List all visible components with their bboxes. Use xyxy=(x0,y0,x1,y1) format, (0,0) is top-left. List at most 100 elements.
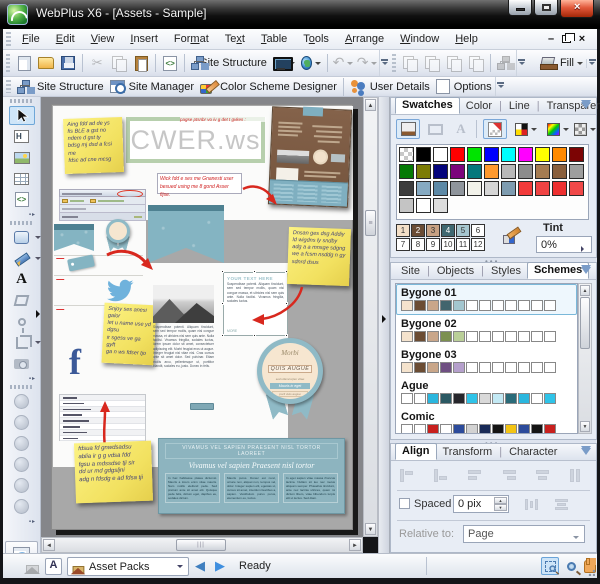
menu-file[interactable]: File xyxy=(14,31,48,47)
color-swatch[interactable] xyxy=(467,164,482,179)
toolbar-overflow-chevron[interactable] xyxy=(516,50,526,76)
align-center-icon[interactable] xyxy=(535,468,552,483)
toolbar-grip[interactable] xyxy=(10,385,33,389)
scheme-color-swatch[interactable]: 12 xyxy=(471,238,485,251)
scheme-color-swatch[interactable]: 4 xyxy=(441,224,455,237)
banner-asset-large[interactable] xyxy=(148,205,224,263)
tab-swatches[interactable]: Swatches xyxy=(395,97,460,114)
web-object-tool-2[interactable] xyxy=(9,413,35,432)
color-swatch[interactable] xyxy=(450,164,465,179)
pointer-tool[interactable] xyxy=(8,106,35,125)
arrange-front-button[interactable] xyxy=(399,52,421,74)
right-panel-expand-arrow[interactable] xyxy=(382,315,390,323)
open-button[interactable] xyxy=(35,52,57,74)
scroll-down-button[interactable]: ▼ xyxy=(365,523,376,535)
align-button[interactable] xyxy=(494,52,516,74)
scheme-item-bygone-01[interactable]: Bygone 01 xyxy=(396,284,577,315)
twitter-bird-asset[interactable] xyxy=(104,276,136,302)
standard-palette-button[interactable] xyxy=(511,119,541,139)
color-swatch[interactable] xyxy=(552,164,567,179)
color-swatch[interactable] xyxy=(518,147,533,162)
marquee-zoom-tool[interactable] xyxy=(541,557,559,575)
schemes-scrollbar[interactable]: ▲ ▼ xyxy=(578,283,592,434)
document-palette-button[interactable] xyxy=(483,119,507,139)
color-swatch[interactable] xyxy=(450,181,465,196)
color-swatch[interactable] xyxy=(535,164,550,179)
web-object-tool-3[interactable] xyxy=(9,434,35,453)
relative-to-dropdown[interactable]: Page xyxy=(463,525,585,543)
fill-well-button[interactable] xyxy=(396,119,420,139)
panel-menu-icon[interactable] xyxy=(581,267,591,279)
menu-edit[interactable]: Edit xyxy=(48,31,83,47)
color-swatch[interactable] xyxy=(501,181,516,196)
toolbar-overflow-chevron[interactable] xyxy=(494,77,506,96)
color-swatch[interactable] xyxy=(518,164,533,179)
color-swatch[interactable] xyxy=(416,181,431,196)
spacing-input[interactable]: 0 pix ▲ ▼ xyxy=(453,495,509,513)
document-canvas[interactable]: CWER.ws pagse ptsnbr vo iv g det t gvkes… xyxy=(41,97,363,537)
mdi-restore-button[interactable] xyxy=(562,33,575,43)
new-button[interactable] xyxy=(13,52,35,74)
tab-line[interactable]: Line xyxy=(503,99,536,114)
insert-html-button[interactable]: <> xyxy=(159,52,181,74)
scroll-down-button[interactable]: ▼ xyxy=(580,421,590,432)
sticky-note-2[interactable]: Snjoy ses anesi galor let u name use yd … xyxy=(101,302,157,366)
tab-schemes[interactable]: Schemes xyxy=(526,262,590,279)
color-swatch[interactable] xyxy=(484,147,499,162)
toolbar-grip[interactable] xyxy=(6,79,11,94)
publish-web-button[interactable] xyxy=(298,52,324,74)
scheme-item-comic[interactable]: Comic xyxy=(396,408,577,433)
bitmap-fill-button[interactable] xyxy=(573,119,597,139)
page[interactable]: CWER.ws pagse ptsnbr vo iv g det t gvkes… xyxy=(51,104,353,530)
scroll-up-button[interactable]: ▲ xyxy=(580,285,590,296)
fill-button[interactable]: Fill xyxy=(537,52,586,74)
title-bar[interactable]: WebPlus X6 - [Assets - Sample] × xyxy=(0,0,600,29)
tint-input[interactable]: 0% xyxy=(536,236,592,253)
scheme-color-swatch[interactable]: 3 xyxy=(426,224,440,237)
toolbar-grip[interactable] xyxy=(10,221,33,225)
distribute-v-icon[interactable] xyxy=(553,497,570,512)
close-button[interactable]: × xyxy=(560,0,594,18)
artistic-text-tool[interactable]: A xyxy=(9,270,35,289)
color-swatch[interactable] xyxy=(501,164,516,179)
toolbar-grip[interactable] xyxy=(6,32,11,46)
color-swatch[interactable] xyxy=(484,181,499,196)
color-swatch[interactable] xyxy=(552,181,567,196)
scheme-item-bygone-02[interactable]: Bygone 02 xyxy=(396,315,577,346)
menu-view[interactable]: View xyxy=(83,31,123,47)
more-button-asset[interactable] xyxy=(190,403,214,410)
scheme-color-swatch[interactable]: 6 xyxy=(471,224,485,237)
color-swatch[interactable] xyxy=(399,164,414,179)
sample-page-thumbnail[interactable] xyxy=(267,106,353,208)
scheme-item-ague[interactable]: Ague xyxy=(396,377,577,408)
text-well-button[interactable]: A xyxy=(449,119,473,139)
web-object-tool-5[interactable] xyxy=(9,476,35,495)
scheme-color-swatch[interactable]: 10 xyxy=(441,238,455,251)
master-page-button[interactable]: A xyxy=(45,558,62,575)
minimize-button[interactable] xyxy=(508,0,532,16)
rotate-tool[interactable] xyxy=(9,312,35,333)
tab-character[interactable]: Character xyxy=(503,445,563,460)
scrollbar-thumb[interactable]: ≡ xyxy=(365,210,376,236)
align-middle-icon[interactable] xyxy=(569,468,586,483)
tab-transform[interactable]: Transform xyxy=(437,445,499,460)
picture-tool[interactable] xyxy=(9,148,35,167)
tab-align[interactable]: Align xyxy=(395,443,437,460)
line-well-button[interactable] xyxy=(423,119,447,139)
menu-insert[interactable]: Insert xyxy=(122,31,166,47)
studio-panel-splitter[interactable] xyxy=(378,97,390,553)
article-text[interactable]: Suspendisse potenti. Aliquam tincidunt, … xyxy=(153,325,214,405)
sticky-note-1[interactable]: Aing fdd ad de ys fis BLE a gst no ndem … xyxy=(63,116,124,175)
next-page-button[interactable]: ▶ xyxy=(215,558,225,574)
color-swatch[interactable] xyxy=(399,198,414,213)
scheme-color-swatch[interactable]: 2 xyxy=(411,224,425,237)
save-button[interactable] xyxy=(57,52,79,74)
color-scheme-designer-button[interactable]: Color Scheme Designer xyxy=(197,76,340,98)
scheme-color-swatch[interactable]: 1 xyxy=(396,224,410,237)
facebook-asset[interactable]: f xyxy=(69,344,81,380)
color-swatch[interactable] xyxy=(399,147,414,162)
panel-menu-icon[interactable] xyxy=(581,448,591,460)
toolbar-grip[interactable] xyxy=(391,53,397,73)
mdi-close-button[interactable]: × xyxy=(575,33,589,45)
scroll-up-button[interactable]: ▲ xyxy=(365,99,376,111)
